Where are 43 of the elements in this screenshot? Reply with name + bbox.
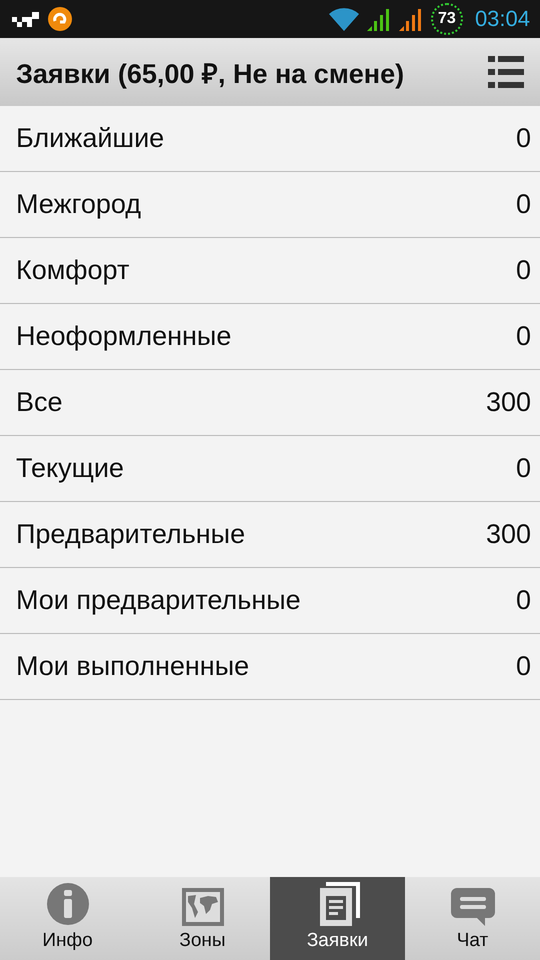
category-label: Комфорт [16, 255, 130, 286]
list-item[interactable]: Ближайшие 0 [0, 106, 540, 172]
screen-title: Заявки (65,00 ₽, Не на смене) [16, 58, 404, 90]
order-count: 0 [516, 255, 531, 286]
info-icon [46, 882, 90, 926]
category-label: Текущие [16, 453, 124, 484]
order-count: 0 [516, 123, 531, 154]
battery-level: 73 [430, 3, 463, 35]
order-count: 0 [516, 189, 531, 220]
category-label: Предварительные [16, 519, 246, 550]
list-item[interactable]: Неоформленные 0 [0, 304, 540, 370]
nav-tab[interactable]: Инфо [0, 877, 135, 960]
order-count: 0 [516, 453, 531, 484]
signal-icon [398, 7, 423, 31]
nav-tab[interactable]: Зоны [135, 877, 270, 960]
chat-bubble-icon [450, 888, 494, 926]
list-item[interactable]: Все 300 [0, 370, 540, 436]
clock: 03:04 [474, 6, 530, 32]
category-label: Мои выполненные [16, 651, 250, 682]
world-map-icon [182, 888, 224, 926]
order-count: 0 [516, 585, 531, 616]
order-count: 300 [486, 387, 531, 418]
list-item[interactable]: Предварительные 300 [0, 502, 540, 568]
order-count: 0 [516, 321, 531, 352]
list-item[interactable]: Мои выполненные 0 [0, 634, 540, 700]
category-label: Неоформленные [16, 321, 232, 352]
wifi-icon [328, 7, 359, 31]
order-count: 0 [516, 651, 531, 682]
app-icon [48, 7, 72, 31]
list-item[interactable]: Текущие 0 [0, 436, 540, 502]
nav-tab[interactable]: Чат [405, 877, 540, 960]
list-item[interactable]: Комфорт 0 [0, 238, 540, 304]
category-label: Мои предварительные [16, 585, 301, 616]
list-item[interactable]: Мои предварительные 0 [0, 568, 540, 634]
category-label: Ближайшие [16, 123, 164, 154]
order-count: 300 [486, 519, 531, 550]
nav-tab[interactable]: Заявки [270, 877, 405, 960]
list-item[interactable]: Межгород 0 [0, 172, 540, 238]
category-label: Межгород [16, 189, 142, 220]
list-menu-icon[interactable] [488, 56, 524, 88]
signal-icon [366, 7, 391, 31]
checker-icon [12, 11, 40, 27]
category-label: Все [16, 387, 63, 418]
